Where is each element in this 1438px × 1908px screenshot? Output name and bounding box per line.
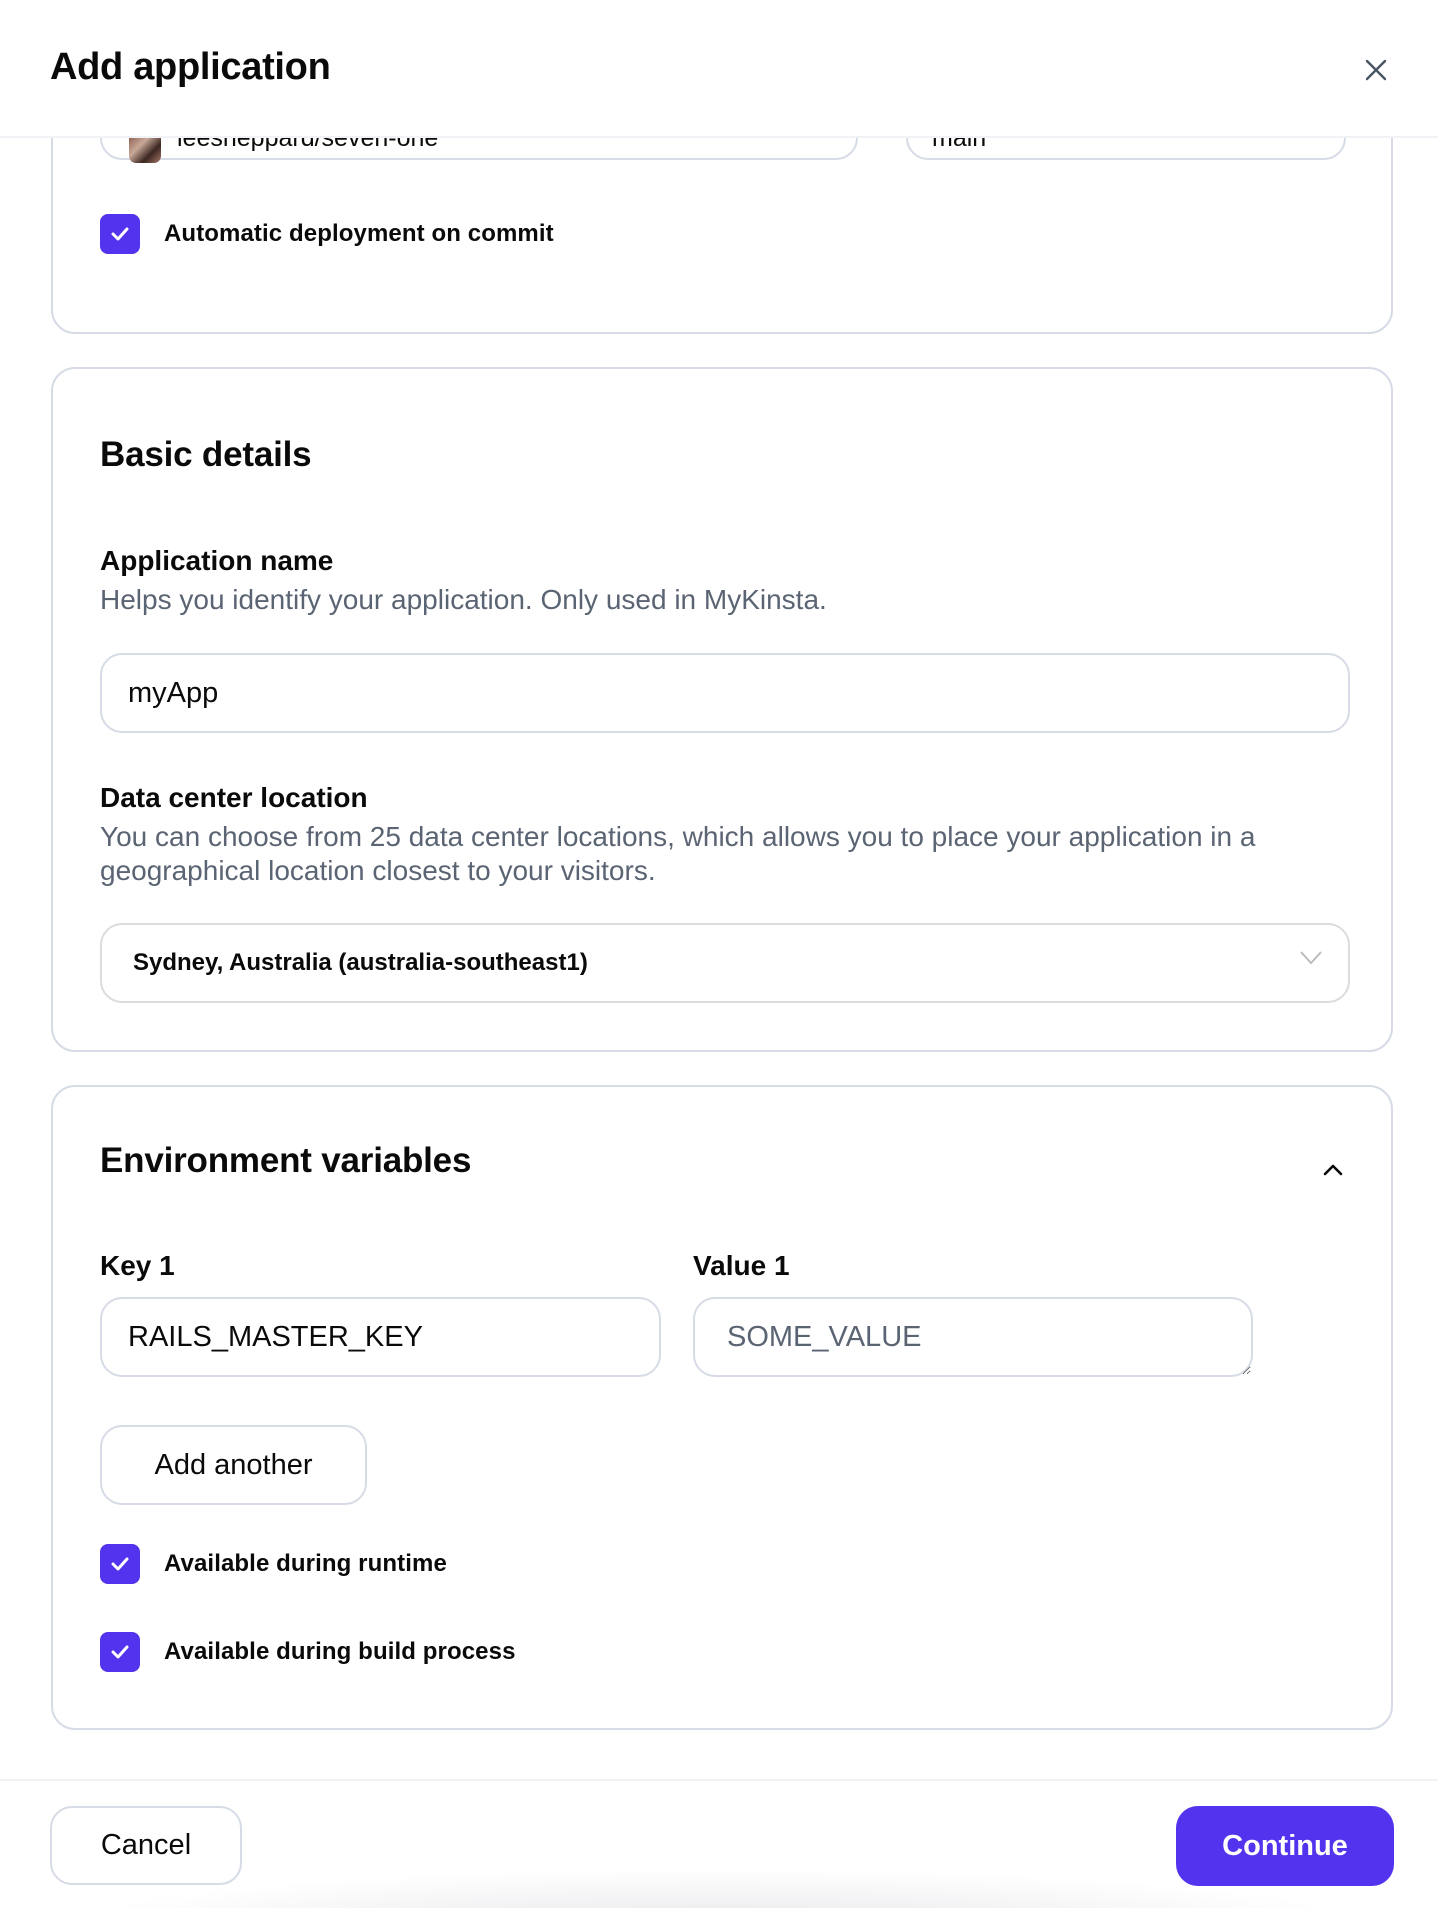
modal-content[interactable]: leesheppard/seven-one main Automatic dep… [0,138,1438,1779]
data-center-label: Data center location [100,782,368,814]
close-icon [1365,59,1387,81]
branch-select[interactable]: main [906,138,1346,160]
data-center-select-value: Sydney, Australia (australia-southeast1) [133,949,588,977]
checkmark-icon [111,227,129,241]
app-name-help: Helps you identify your application. Onl… [100,583,1360,617]
repository-select[interactable]: leesheppard/seven-one [100,138,858,160]
build-checkbox[interactable] [100,1632,140,1672]
modal-footer: Cancel Continue [0,1779,1438,1908]
auto-deploy-label: Automatic deployment on commit [164,220,554,248]
app-name-input[interactable] [100,653,1350,733]
build-checkbox-row[interactable]: Available during build process [100,1632,516,1672]
value-1-textarea[interactable] [693,1297,1253,1377]
close-button[interactable] [1360,54,1392,86]
auto-deploy-checkbox[interactable] [100,214,140,254]
runtime-checkbox-row[interactable]: Available during runtime [100,1544,447,1584]
app-name-label: Application name [100,545,333,577]
chevron-up-icon [1323,1164,1343,1176]
value-1-label: Value 1 [693,1250,790,1282]
env-vars-title: Environment variables [100,1141,471,1181]
environment-variables-card: Environment variables Key 1 Value 1 Add … [51,1085,1393,1730]
runtime-label: Available during runtime [164,1550,447,1578]
cancel-button[interactable]: Cancel [50,1806,242,1885]
build-label: Available during build process [164,1638,516,1666]
repository-select-value: leesheppard/seven-one [177,138,438,153]
chevron-down-icon [1300,951,1322,965]
branch-select-value: main [932,138,986,153]
checkmark-icon [111,1557,129,1571]
basic-details-card: Basic details Application name Helps you… [51,367,1393,1052]
key-1-label: Key 1 [100,1250,175,1282]
add-another-button[interactable]: Add another [100,1425,367,1505]
repo-avatar [129,138,161,163]
data-center-help: You can choose from 25 data center locat… [100,820,1360,888]
add-application-modal: Add application leesheppard/seven-one ma… [0,0,1438,1908]
data-center-select[interactable]: Sydney, Australia (australia-southeast1) [100,923,1350,1003]
key-1-input[interactable] [100,1297,661,1377]
basic-details-title: Basic details [100,435,311,475]
modal-title: Add application [50,46,331,89]
continue-button[interactable]: Continue [1176,1806,1394,1886]
collapse-env-vars-button[interactable] [1318,1155,1348,1185]
auto-deploy-checkbox-row[interactable]: Automatic deployment on commit [100,214,554,254]
checkmark-icon [111,1645,129,1659]
repository-card: leesheppard/seven-one main Automatic dep… [51,138,1393,334]
runtime-checkbox[interactable] [100,1544,140,1584]
modal-header: Add application [0,0,1438,138]
